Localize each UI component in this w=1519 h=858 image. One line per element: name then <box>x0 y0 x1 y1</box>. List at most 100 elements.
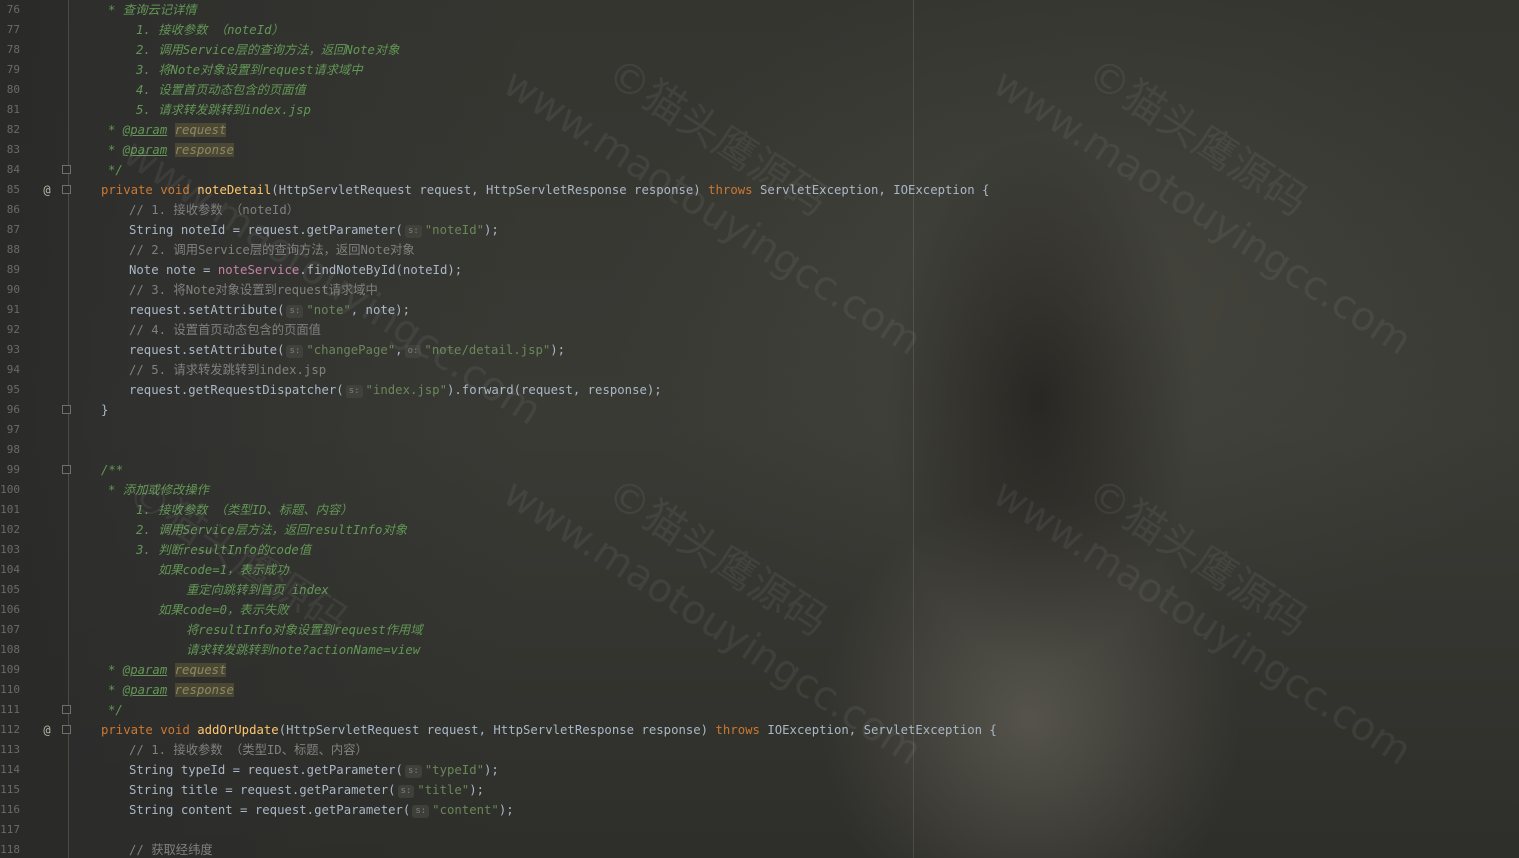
code-line[interactable]: 92 // 4. 设置首页动态包含的页面值 <box>0 320 1519 340</box>
doc-comment[interactable]: 如果code=1，表示成功 <box>158 563 289 577</box>
code-text[interactable]: // 1. 接收参数 （noteId） <box>129 200 299 220</box>
code-line[interactable]: 93 request.setAttribute(s: "changePage", o:… <box>0 340 1519 360</box>
code-line[interactable]: 118 // 获取经纬度 <box>0 840 1519 858</box>
string-literal[interactable]: "note" <box>306 303 350 317</box>
code-text[interactable]: 如果code=0，表示失败 <box>158 600 289 620</box>
code-text[interactable]: Note note = noteService.findNoteById(not… <box>129 260 462 280</box>
doc-comment[interactable] <box>167 683 174 697</box>
code-line[interactable]: 80 4. 设置首页动态包含的页面值 <box>0 80 1519 100</box>
code-line[interactable]: 113 // 1. 接收参数 （类型ID、标题、内容） <box>0 740 1519 760</box>
code-line[interactable]: 83 * @param response <box>0 140 1519 160</box>
code-text[interactable]: request.setAttribute(s: "note", note); <box>129 300 410 320</box>
code-token[interactable]: , note); <box>351 303 410 317</box>
doc-comment[interactable]: 重定向跳转到首页 index <box>186 583 329 597</box>
doc-comment[interactable] <box>167 123 174 137</box>
code-token[interactable]: request.setAttribute( <box>129 343 284 357</box>
code-line[interactable]: 114 String typeId = request.getParameter(… <box>0 760 1519 780</box>
doc-comment[interactable]: 如果code=0，表示失败 <box>158 603 289 617</box>
doc-comment[interactable]: 4. 设置首页动态包含的页面值 <box>136 83 306 97</box>
code-line[interactable]: 79 3. 将Note对象设置到request请求域中 <box>0 60 1519 80</box>
code-text[interactable]: 3. 将Note对象设置到request请求域中 <box>136 60 363 80</box>
code-line[interactable]: 82 * @param request <box>0 120 1519 140</box>
doc-comment[interactable]: 2. 调用Service层方法，返回resultInfo对象 <box>136 523 407 537</box>
code-line[interactable]: 90 // 3. 将Note对象设置到request请求域中 <box>0 280 1519 300</box>
code-line[interactable]: 77 1. 接收参数 （noteId） <box>0 20 1519 40</box>
code-text[interactable]: request.getRequestDispatcher(s: "index.js… <box>129 380 662 400</box>
doc-comment[interactable]: * <box>108 663 123 677</box>
code-text[interactable]: 1. 接收参数 （noteId） <box>136 20 284 40</box>
code-token[interactable]: Note note = <box>129 263 218 277</box>
code-text[interactable]: * @param response <box>108 680 234 700</box>
code-text[interactable]: // 4. 设置首页动态包含的页面值 <box>129 320 321 340</box>
line-comment[interactable]: // 4. 设置首页动态包含的页面值 <box>129 323 321 337</box>
code-line[interactable]: 84 */ <box>0 160 1519 180</box>
code-line[interactable]: 111 */ <box>0 700 1519 720</box>
string-literal[interactable]: "noteId" <box>425 223 484 237</box>
code-token[interactable]: ServletException, IOException { <box>760 183 990 197</box>
code-text[interactable]: 3. 判断resultInfo的code值 <box>136 540 311 560</box>
param-name[interactable]: response <box>174 143 234 157</box>
code-line[interactable]: 78 2. 调用Service层的查询方法，返回Note对象 <box>0 40 1519 60</box>
code-text[interactable]: 2. 调用Service层的查询方法，返回Note对象 <box>136 40 400 60</box>
code-token[interactable]: ); <box>550 343 565 357</box>
code-line[interactable]: 105 重定向跳转到首页 index <box>0 580 1519 600</box>
doc-comment[interactable]: 2. 调用Service层的查询方法，返回Note对象 <box>136 43 400 57</box>
code-text[interactable]: // 3. 将Note对象设置到request请求域中 <box>129 280 378 300</box>
doc-comment[interactable]: /** <box>101 463 123 477</box>
code-line[interactable]: 115 String title = request.getParameter(s… <box>0 780 1519 800</box>
code-text[interactable]: */ <box>108 160 123 180</box>
code-line[interactable]: 98 <box>0 440 1519 460</box>
code-token[interactable]: request.setAttribute( <box>129 303 284 317</box>
code-text[interactable]: private void noteDetail(HttpServletReque… <box>101 180 989 200</box>
doc-comment[interactable] <box>167 663 174 677</box>
code-line[interactable]: 108 请求转发跳转到note?actionName=view <box>0 640 1519 660</box>
code-line[interactable]: 81 5. 请求转发跳转到index.jsp <box>0 100 1519 120</box>
method-name[interactable]: noteDetail <box>197 183 271 197</box>
string-literal[interactable]: "typeId" <box>425 763 484 777</box>
code-line[interactable]: 91 request.setAttribute(s: "note", note); <box>0 300 1519 320</box>
code-text[interactable]: 如果code=1，表示成功 <box>158 560 289 580</box>
keyword[interactable]: private void <box>101 183 197 197</box>
doc-comment[interactable]: * 添加或修改操作 <box>108 483 209 497</box>
string-literal[interactable]: "content" <box>432 803 499 817</box>
param-name[interactable]: request <box>174 123 227 137</box>
doc-comment[interactable]: */ <box>108 703 123 717</box>
code-line[interactable]: 107 将resultInfo对象设置到request作用域 <box>0 620 1519 640</box>
code-line[interactable]: 76 * 查询云记详情 <box>0 0 1519 20</box>
line-comment[interactable]: // 5. 请求转发跳转到index.jsp <box>129 363 326 377</box>
code-line[interactable]: 103 3. 判断resultInfo的code值 <box>0 540 1519 560</box>
code-text[interactable]: // 1. 接收参数 （类型ID、标题、内容） <box>129 740 368 760</box>
param-name[interactable]: request <box>174 663 227 677</box>
string-literal[interactable]: "note/detail.jsp" <box>424 343 550 357</box>
line-comment[interactable]: // 1. 接收参数 （noteId） <box>129 203 299 217</box>
code-text[interactable]: 重定向跳转到首页 index <box>186 580 329 600</box>
javadoc-tag[interactable]: @param <box>123 143 167 157</box>
code-text[interactable]: * 添加或修改操作 <box>108 480 209 500</box>
param-name[interactable]: response <box>174 683 234 697</box>
keyword[interactable]: throws <box>716 723 768 737</box>
string-literal[interactable]: "changePage" <box>306 343 395 357</box>
fold-toggle-icon[interactable] <box>62 185 71 194</box>
doc-comment[interactable]: */ <box>108 163 123 177</box>
code-text[interactable]: String title = request.getParameter(s: "t… <box>129 780 484 800</box>
method-name[interactable]: addOrUpdate <box>197 723 278 737</box>
code-token[interactable]: , <box>395 343 402 357</box>
code-text[interactable]: 请求转发跳转到note?actionName=view <box>186 640 420 660</box>
code-token[interactable]: ); <box>469 783 484 797</box>
keyword[interactable]: private void <box>101 723 197 737</box>
code-token[interactable]: } <box>101 403 108 417</box>
fold-toggle-icon[interactable] <box>62 705 71 714</box>
code-text[interactable]: 2. 调用Service层方法，返回resultInfo对象 <box>136 520 407 540</box>
code-text[interactable]: // 5. 请求转发跳转到index.jsp <box>129 360 326 380</box>
code-text[interactable]: // 获取经纬度 <box>129 840 213 858</box>
string-literal[interactable]: "title" <box>417 783 469 797</box>
code-text[interactable]: request.setAttribute(s: "changePage", o: "n… <box>129 340 565 360</box>
code-token[interactable]: ).forward(request, response); <box>447 383 662 397</box>
override-marker-icon[interactable]: @ <box>41 180 53 200</box>
code-token[interactable]: IOException, ServletException { <box>767 723 997 737</box>
keyword[interactable]: throws <box>708 183 760 197</box>
field-ref[interactable]: noteService <box>218 263 299 277</box>
code-line[interactable]: 88 // 2. 调用Service层的查询方法，返回Note对象 <box>0 240 1519 260</box>
code-text[interactable]: */ <box>108 700 123 720</box>
code-line[interactable]: 117 <box>0 820 1519 840</box>
